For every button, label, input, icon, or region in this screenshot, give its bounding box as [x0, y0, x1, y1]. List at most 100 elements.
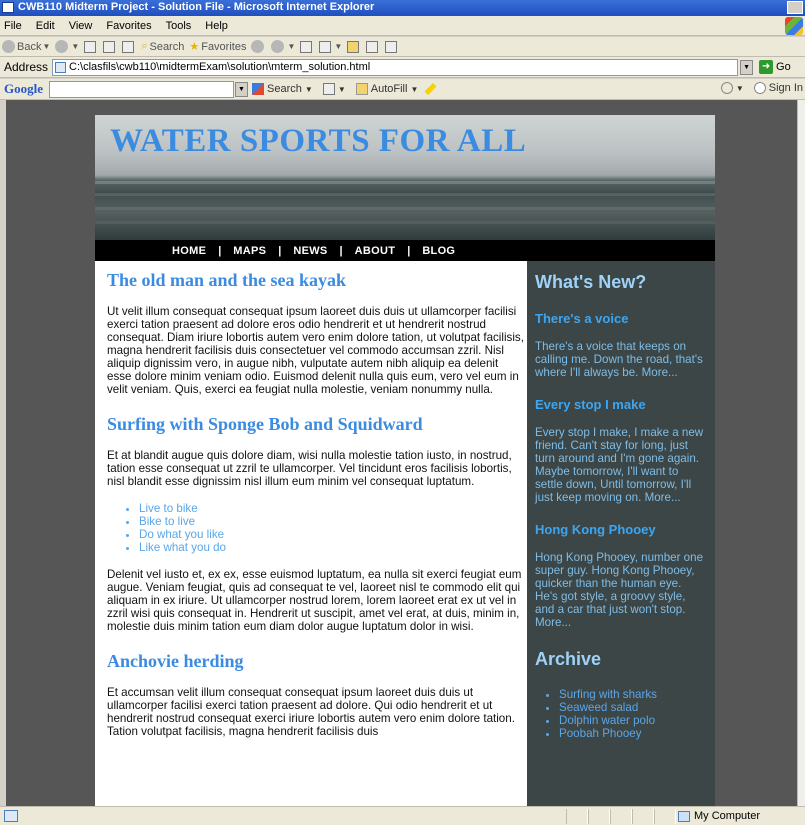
folder-button[interactable]: [347, 40, 361, 53]
list-item[interactable]: Bike to live: [139, 515, 525, 528]
discuss-button[interactable]: [366, 40, 380, 53]
google-autofill-button[interactable]: AutoFill ▼: [355, 83, 418, 95]
address-dropdown-button[interactable]: ▼: [740, 59, 754, 75]
home-icon: [122, 40, 135, 53]
back-button[interactable]: Back ▼: [2, 40, 50, 53]
autofill-icon: [355, 83, 368, 95]
news-item-text: Every stop I make, I make a new friend. …: [535, 426, 704, 504]
site-title: WATER SPORTS FOR ALL: [110, 123, 527, 159]
banner-image: WATER SPORTS FOR ALL: [95, 115, 715, 240]
browser-viewport: WATER SPORTS FOR ALL HOME | MAPS | NEWS …: [6, 100, 797, 806]
highlight-button[interactable]: [424, 82, 437, 96]
menu-tools[interactable]: Tools: [166, 20, 192, 32]
history-button[interactable]: ▼: [271, 40, 295, 53]
archive-item[interactable]: Poobah Phooey: [559, 727, 707, 740]
mail-icon: [300, 40, 313, 53]
sidebar: What's New? There's a voice There's a vo…: [527, 261, 715, 806]
archive-item[interactable]: Surfing with sharks: [559, 688, 707, 701]
google-settings-button[interactable]: ▼: [720, 82, 744, 94]
article-heading: Anchovie herding: [107, 651, 244, 671]
messenger-icon: [385, 40, 398, 53]
address-input[interactable]: C:\clasfils\cwb110\midtermExam\solution\…: [52, 58, 739, 76]
article-paragraph: Ut velit illum consequat consequat ipsum…: [107, 305, 524, 396]
search-magnifier-icon: ⌕: [141, 40, 148, 52]
forward-button[interactable]: ▼: [55, 40, 79, 53]
archive-item[interactable]: Dolphin water polo: [559, 714, 707, 727]
forward-arrow-icon: [55, 40, 69, 53]
sign-in-radio-icon: [753, 82, 766, 94]
google-logo: Google: [4, 81, 43, 96]
menu-favorites[interactable]: Favorites: [106, 20, 151, 32]
page-icon: [55, 61, 67, 73]
address-label: Address: [4, 60, 49, 74]
site-nav: HOME | MAPS | NEWS | ABOUT | BLOG: [95, 240, 715, 261]
list-item[interactable]: Live to bike: [139, 502, 525, 515]
page-status-icon: [4, 810, 18, 822]
window-title: CWB110 Midterm Project - Solution File -…: [18, 1, 375, 13]
status-cells: [566, 809, 676, 824]
article-heading: The old man and the sea kayak: [107, 270, 347, 290]
vertical-scrollbar[interactable]: [797, 100, 805, 806]
home-button[interactable]: [122, 40, 136, 53]
news-item-title: Hong Kong Phooey: [535, 522, 656, 537]
more-link[interactable]: More...: [645, 491, 681, 504]
list-item[interactable]: Do what you like: [139, 528, 525, 541]
mail-button[interactable]: [300, 40, 314, 53]
back-arrow-icon: [2, 40, 15, 53]
discuss-icon: [366, 40, 379, 53]
web-page: WATER SPORTS FOR ALL HOME | MAPS | NEWS …: [95, 115, 715, 806]
ie-icon: [2, 2, 14, 13]
menu-help[interactable]: Help: [205, 20, 228, 32]
menu-bar: File Edit View Favorites Tools Help: [0, 16, 805, 36]
sign-in-button[interactable]: Sign In: [753, 82, 803, 94]
list-item[interactable]: Like what you do: [139, 541, 525, 554]
nav-blog[interactable]: BLOG: [422, 245, 455, 257]
search-button[interactable]: ⌕ Search: [141, 40, 184, 53]
address-url: C:\clasfils\cwb110\midtermExam\solution\…: [69, 60, 371, 73]
archive-list: Surfing with sharks Seaweed salad Dolphi…: [559, 688, 707, 740]
pencil-icon: [424, 82, 437, 96]
news-item-text: Hong Kong Phooey, number one super guy. …: [535, 551, 704, 629]
article-paragraph: Et at blandit augue quis dolore diam, wi…: [107, 449, 512, 488]
refresh-button[interactable]: [103, 40, 117, 53]
menu-view[interactable]: View: [69, 20, 93, 32]
standard-toolbar: Back ▼ ▼ ⌕ Search ★ Favorites ▼ ▼: [0, 37, 805, 57]
stop-icon: [84, 40, 97, 53]
archive-item[interactable]: Seaweed salad: [559, 701, 707, 714]
whats-new-heading: What's New?: [535, 272, 647, 292]
google-search-icon: [252, 83, 264, 95]
favorites-button[interactable]: ★ Favorites: [189, 40, 246, 54]
news-item-text: There's a voice that keeps on calling me…: [535, 340, 703, 379]
news-item-title: There's a voice: [535, 311, 629, 326]
history-icon: [271, 40, 285, 53]
link-list: Live to bike Bike to live Do what you li…: [139, 502, 525, 554]
go-arrow-icon: ➜: [759, 60, 774, 74]
media-button[interactable]: [251, 40, 266, 53]
google-options-button[interactable]: ▼: [322, 83, 346, 95]
google-search-dropdown[interactable]: ▼: [235, 81, 248, 97]
address-bar: Address C:\clasfils\cwb110\midtermExam\s…: [0, 57, 805, 78]
status-bar: My Computer: [0, 806, 805, 825]
window-control-button[interactable]: [787, 1, 803, 14]
print-button[interactable]: ▼: [319, 40, 342, 53]
stop-button[interactable]: [84, 40, 98, 53]
messenger-button[interactable]: [385, 40, 399, 53]
google-search-button[interactable]: Search ▼: [252, 83, 313, 95]
favorites-star-icon: ★: [189, 41, 200, 53]
google-toolbar: Google ▼ Search ▼ ▼ AutoFill ▼ ▼ Sign In: [0, 79, 805, 100]
nav-news[interactable]: NEWS: [293, 245, 327, 257]
menu-file[interactable]: File: [4, 20, 22, 32]
google-right-tools: ▼ Sign In: [720, 82, 805, 94]
nav-about[interactable]: ABOUT: [355, 245, 396, 257]
google-search-input[interactable]: [49, 80, 234, 98]
page-info-icon: [322, 83, 335, 95]
menu-edit[interactable]: Edit: [36, 20, 55, 32]
computer-icon: [678, 810, 690, 822]
article-paragraph: Delenit vel iusto et, ex ex, esse euismo…: [107, 568, 522, 633]
go-button[interactable]: ➜ Go: [759, 60, 791, 74]
archive-heading: Archive: [535, 649, 602, 669]
more-link[interactable]: More...: [642, 366, 678, 379]
nav-maps[interactable]: MAPS: [233, 245, 266, 257]
nav-home[interactable]: HOME: [172, 245, 206, 257]
more-link[interactable]: More...: [535, 616, 571, 629]
